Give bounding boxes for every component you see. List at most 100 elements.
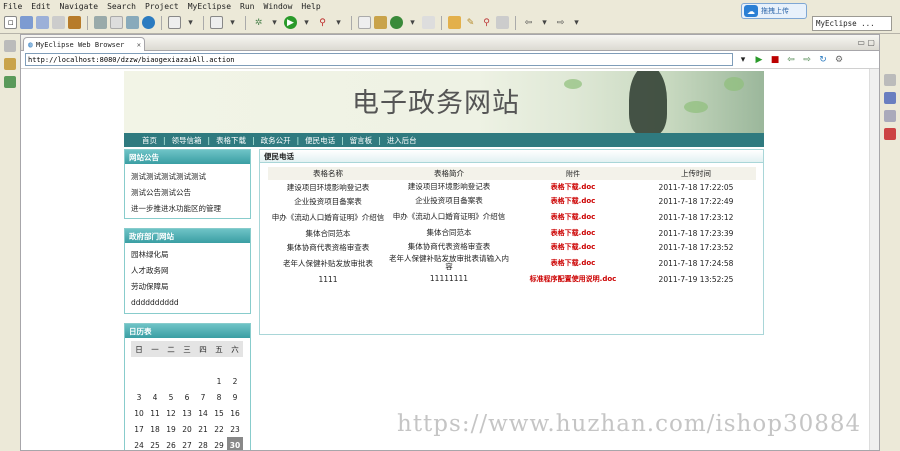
link-item[interactable]: 人才政务网 [125, 262, 250, 278]
menu-project[interactable]: Project [145, 2, 179, 11]
calendar-day[interactable]: 18 [147, 421, 163, 437]
nav-leader-mailbox[interactable]: 领导信箱 [172, 135, 202, 146]
dropdown-icon[interactable]: ▾ [570, 16, 583, 29]
calendar-day[interactable]: 19 [163, 421, 179, 437]
new-circle-icon[interactable] [390, 16, 403, 29]
restore-icon[interactable] [4, 40, 16, 52]
url-input[interactable] [25, 53, 733, 66]
calendar-day[interactable]: 7 [195, 389, 211, 405]
go-icon[interactable]: ▶ [753, 54, 765, 66]
menu-myeclipse[interactable]: MyEclipse [188, 2, 231, 11]
problems-icon[interactable] [884, 128, 896, 140]
hierarchy-icon[interactable] [4, 76, 16, 88]
calendar-day[interactable]: 4 [147, 389, 163, 405]
save-icon[interactable] [20, 16, 33, 29]
calendar-day[interactable]: 9 [227, 389, 243, 405]
attachment-link[interactable]: 表格下载.doc [510, 196, 636, 206]
nav-admin[interactable]: 进入后台 [387, 135, 417, 146]
calendar-day[interactable]: 24 [131, 437, 147, 450]
new-package-icon[interactable] [374, 16, 387, 29]
new-class-icon[interactable] [358, 16, 371, 29]
calendar-day[interactable]: 23 [227, 421, 243, 437]
calendar-day[interactable]: 29 [211, 437, 227, 450]
calendar-day[interactable]: 14 [195, 405, 211, 421]
menu-edit[interactable]: Edit [31, 2, 50, 11]
new-wizard-icon[interactable] [210, 16, 223, 29]
open-folder-icon[interactable] [448, 16, 461, 29]
calendar-day[interactable]: 1 [211, 373, 227, 389]
attachment-link[interactable]: 表格下载.doc [510, 212, 636, 222]
dropdown-icon[interactable]: ▾ [538, 16, 551, 29]
link-item[interactable]: dddddddddd [125, 294, 250, 310]
calendar-day[interactable]: 22 [211, 421, 227, 437]
dropdown-icon[interactable]: ▾ [184, 16, 197, 29]
attachment-link[interactable]: 表格下载.doc [510, 228, 636, 238]
calendar-day[interactable]: 30 [227, 437, 243, 450]
open-type-icon[interactable] [168, 16, 181, 29]
link-item[interactable]: 劳动保障局 [125, 278, 250, 294]
tasks-icon[interactable] [884, 110, 896, 122]
attachment-link[interactable]: 表格下载.doc [510, 182, 636, 192]
settings-icon[interactable]: ⚙ [833, 54, 845, 66]
calendar-day[interactable]: 17 [131, 421, 147, 437]
perspective-switcher[interactable]: MyEclipse ... [812, 16, 892, 31]
run-server-icon[interactable] [126, 16, 139, 29]
menu-navigate[interactable]: Navigate [60, 2, 99, 11]
calendar-day[interactable]: 28 [195, 437, 211, 450]
attachment-link[interactable]: 标准程序配置使用说明.doc [510, 274, 636, 284]
link-item[interactable]: 园林绿化局 [125, 246, 250, 262]
new-icon[interactable]: ▫ [4, 16, 17, 29]
stop-icon[interactable]: ■ [769, 54, 781, 66]
forward-nav-icon[interactable]: ⇨ [554, 16, 567, 29]
calendar-day[interactable]: 16 [227, 405, 243, 421]
outline-icon[interactable] [884, 92, 896, 104]
nav-message-board[interactable]: 留言板 [350, 135, 373, 146]
search-icon[interactable]: ⚲ [480, 16, 493, 29]
dropdown-icon[interactable]: ▾ [268, 16, 281, 29]
calendar-day[interactable]: 25 [147, 437, 163, 450]
menu-help[interactable]: Help [301, 2, 320, 11]
calendar-day[interactable]: 11 [147, 405, 163, 421]
dropdown-icon[interactable]: ▾ [332, 16, 345, 29]
pencil-icon[interactable]: ✎ [464, 16, 477, 29]
run-icon[interactable]: ▶ [284, 16, 297, 29]
drag-upload-button[interactable]: ☁ 拖拽上传 [741, 3, 807, 19]
history-icon[interactable] [422, 16, 435, 29]
attachment-link[interactable]: 表格下载.doc [510, 258, 636, 268]
vertical-scrollbar[interactable] [869, 69, 879, 450]
calendar-day[interactable]: 3 [131, 389, 147, 405]
nav-home[interactable]: 首页 [142, 135, 157, 146]
menu-search[interactable]: Search [107, 2, 136, 11]
restore-icon[interactable] [884, 74, 896, 86]
notice-item[interactable]: 测试公告测试公告 [125, 184, 250, 200]
package-explorer-icon[interactable] [4, 58, 16, 70]
save-all-icon[interactable] [36, 16, 49, 29]
dropdown-icon[interactable]: ▾ [406, 16, 419, 29]
refresh-icon[interactable]: ↻ [817, 54, 829, 66]
back-icon[interactable]: ⇦ [785, 54, 797, 66]
debug-server-icon[interactable] [94, 16, 107, 29]
external-tools-icon[interactable]: ⚲ [316, 16, 329, 29]
calendar-day[interactable]: 10 [131, 405, 147, 421]
calendar-day[interactable]: 2 [227, 373, 243, 389]
forward-icon[interactable]: ⇨ [801, 54, 813, 66]
calendar-day[interactable]: 5 [163, 389, 179, 405]
package-icon[interactable] [68, 16, 81, 29]
calendar-day[interactable]: 8 [211, 389, 227, 405]
annotation-icon[interactable] [496, 16, 509, 29]
calendar-day[interactable]: 26 [163, 437, 179, 450]
print-icon[interactable] [52, 16, 65, 29]
close-icon[interactable]: ✕ [137, 41, 141, 49]
dropdown-icon[interactable]: ▾ [226, 16, 239, 29]
nav-government-affairs[interactable]: 政务公开 [261, 135, 291, 146]
debug-icon[interactable]: ✲ [252, 16, 265, 29]
calendar-day[interactable]: 12 [163, 405, 179, 421]
back-nav-icon[interactable]: ⇦ [522, 16, 535, 29]
attachment-link[interactable]: 表格下载.doc [510, 242, 636, 252]
calendar-day[interactable]: 20 [179, 421, 195, 437]
menu-window[interactable]: Window [264, 2, 293, 11]
globe-icon[interactable] [142, 16, 155, 29]
dropdown-icon[interactable]: ▾ [737, 54, 749, 66]
dropdown-icon[interactable]: ▾ [300, 16, 313, 29]
nav-public-phone[interactable]: 便民电话 [305, 135, 335, 146]
